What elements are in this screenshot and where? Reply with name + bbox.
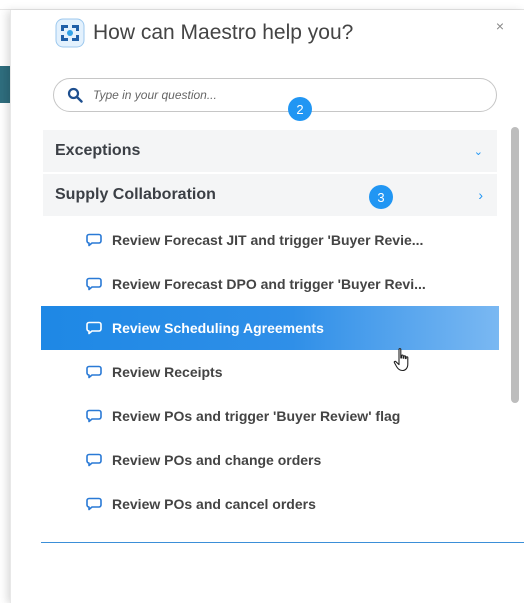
background-tab	[0, 66, 10, 103]
step-badge-section: 3	[369, 185, 393, 209]
list-item-label: Review POs and change orders	[112, 452, 322, 468]
hand-pointer-icon	[393, 348, 409, 372]
chat-bubble-icon	[86, 453, 102, 467]
chat-bubble-icon	[86, 321, 102, 335]
list-item[interactable]: Review POs and cancel orders	[41, 482, 499, 526]
search-icon	[67, 87, 83, 103]
question-list: Review Forecast JIT and trigger 'Buyer R…	[41, 218, 499, 526]
list-item-label: Review Receipts	[112, 364, 223, 380]
list-item-selected[interactable]: Review Scheduling Agreements	[41, 306, 499, 350]
list-item-label: Review Scheduling Agreements	[112, 320, 324, 336]
chevron-right-icon: ›	[478, 187, 483, 203]
footer-divider	[41, 542, 524, 543]
step-badge-search: 2	[288, 97, 312, 121]
list-item[interactable]: Review POs and trigger 'Buyer Review' fl…	[41, 394, 499, 438]
section-supply-collaboration-label: Supply Collaboration	[55, 186, 216, 203]
list-item[interactable]: Review Receipts	[41, 350, 499, 394]
section-exceptions-label: Exceptions	[55, 142, 141, 159]
list-item-label: Review Forecast JIT and trigger 'Buyer R…	[112, 232, 424, 248]
section-supply-collaboration[interactable]: Supply Collaboration ›	[43, 174, 497, 216]
chat-bubble-icon	[86, 497, 102, 511]
search-input[interactable]	[93, 88, 393, 102]
chat-bubble-icon	[86, 409, 102, 423]
chevron-down-icon: ⌄	[473, 145, 483, 158]
list-scrollbar[interactable]	[511, 127, 519, 403]
chat-bubble-icon	[86, 365, 102, 379]
panel-title: How can Maestro help you?	[93, 21, 354, 44]
chat-bubble-icon	[86, 233, 102, 247]
search-box[interactable]	[53, 78, 497, 112]
section-exceptions[interactable]: Exceptions ⌄	[43, 130, 497, 172]
list-item-label: Review POs and trigger 'Buyer Review' fl…	[112, 408, 401, 424]
list-item-label: Review Forecast DPO and trigger 'Buyer R…	[112, 276, 426, 292]
list-item[interactable]: Review Forecast DPO and trigger 'Buyer R…	[41, 262, 499, 306]
panel-header: How can Maestro help you?	[55, 17, 353, 49]
close-button[interactable]: ×	[496, 19, 504, 33]
list-item[interactable]: Review Forecast JIT and trigger 'Buyer R…	[41, 218, 499, 262]
maestro-logo-icon	[55, 18, 85, 48]
list-item-label: Review POs and cancel orders	[112, 496, 316, 512]
chat-bubble-icon	[86, 277, 102, 291]
list-item[interactable]: Review POs and change orders	[41, 438, 499, 482]
